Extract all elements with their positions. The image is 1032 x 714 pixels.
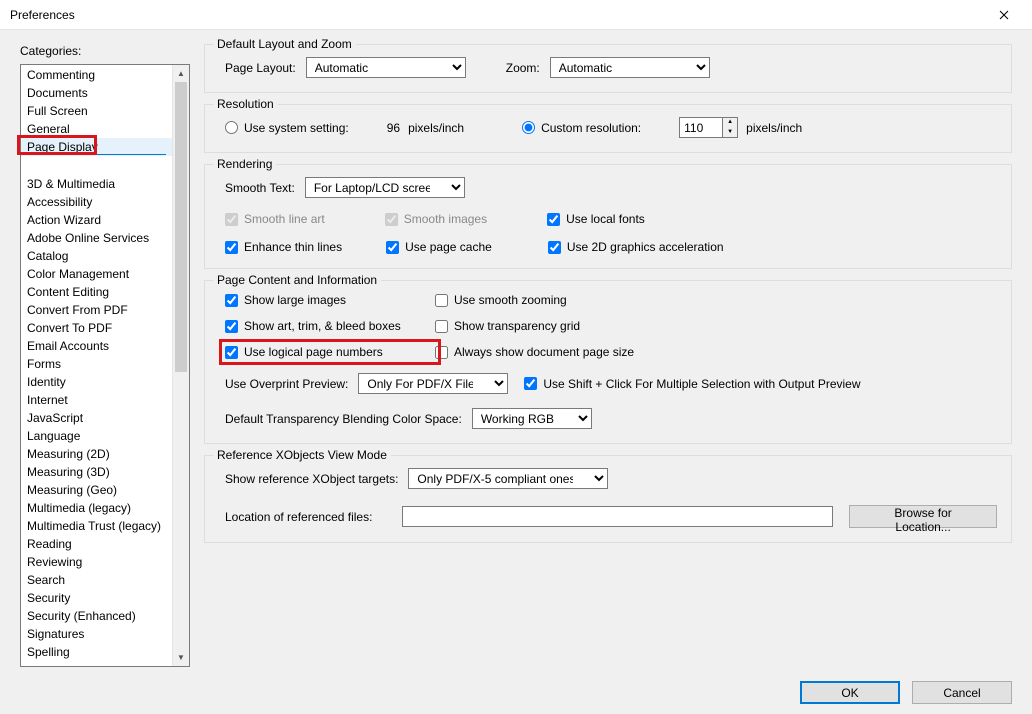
cb-show-art[interactable]: Show art, trim, & bleed boxes [225, 319, 435, 333]
list-item[interactable]: General [21, 120, 172, 138]
cb-page-cache[interactable]: Use page cache [386, 240, 492, 254]
ok-button[interactable]: OK [800, 681, 900, 704]
list-item[interactable]: Action Wizard [21, 211, 172, 229]
list-item[interactable]: Documents [21, 84, 172, 102]
radio-custom[interactable]: Custom resolution: [522, 121, 641, 135]
xobj-show-select[interactable]: Only PDF/X-5 compliant ones [408, 468, 608, 489]
custom-res-spinner[interactable]: ▲▼ [679, 117, 738, 138]
group-title: Resolution [213, 97, 278, 111]
dialog-footer: OK Cancel [20, 667, 1012, 704]
dialog-content: Categories: CommentingDocumentsFull Scre… [0, 30, 1032, 714]
xobj-loc-label: Location of referenced files: [225, 510, 392, 524]
smooth-text-select[interactable]: For Laptop/LCD screens [305, 177, 465, 198]
spin-down-icon[interactable]: ▼ [723, 128, 737, 138]
list-item[interactable]: 3D & Multimedia [21, 175, 172, 193]
list-item[interactable]: Measuring (Geo) [21, 481, 172, 499]
categories-listbox[interactable]: CommentingDocumentsFull ScreenGeneralPag… [20, 64, 190, 667]
list-item[interactable]: Language [21, 427, 172, 445]
cb-show-large[interactable]: Show large images [225, 293, 435, 307]
cb-local-fonts[interactable]: Use local fonts [547, 212, 645, 226]
close-icon[interactable] [984, 0, 1024, 30]
group-title: Rendering [213, 157, 276, 171]
group-rendering: Rendering Smooth Text: For Laptop/LCD sc… [204, 164, 1012, 269]
categories-label: Categories: [20, 44, 190, 58]
group-resolution: Resolution Use system setting: 96 pixels… [204, 104, 1012, 153]
browse-button[interactable]: Browse for Location... [849, 505, 997, 528]
list-item[interactable]: Identity [21, 373, 172, 391]
cb-smooth-line: Smooth line art [225, 212, 325, 226]
cb-smooth-zoom[interactable]: Use smooth zooming [435, 293, 997, 307]
xobj-loc-input[interactable] [402, 506, 834, 527]
radio-system[interactable]: Use system setting: [225, 121, 349, 135]
group-content: Page Content and Information Show large … [204, 280, 1012, 444]
scroll-up-icon[interactable]: ▲ [173, 65, 189, 82]
list-item[interactable]: Reading [21, 535, 172, 553]
custom-res-unit: pixels/inch [746, 121, 802, 135]
list-item[interactable]: Internet [21, 391, 172, 409]
window-title: Preferences [10, 8, 75, 22]
list-item[interactable]: Signatures [21, 625, 172, 643]
blend-select[interactable]: Working RGB [472, 408, 592, 429]
list-item[interactable]: Email Accounts [21, 337, 172, 355]
cancel-button[interactable]: Cancel [912, 681, 1012, 704]
list-item[interactable]: Search [21, 571, 172, 589]
list-item[interactable]: Measuring (2D) [21, 445, 172, 463]
list-item[interactable]: Multimedia (legacy) [21, 499, 172, 517]
list-item[interactable]: Color Management [21, 265, 172, 283]
list-item[interactable]: Spelling [21, 643, 172, 661]
titlebar: Preferences [0, 0, 1032, 30]
custom-res-input[interactable] [679, 117, 723, 138]
spin-up-icon[interactable]: ▲ [723, 118, 737, 128]
group-title: Page Content and Information [213, 273, 381, 287]
settings-pane: Default Layout and Zoom Page Layout: Aut… [204, 44, 1012, 667]
group-title: Reference XObjects View Mode [213, 448, 391, 462]
list-item[interactable]: Convert To PDF [21, 319, 172, 337]
cb-smooth-images: Smooth images [385, 212, 487, 226]
page-layout-label: Page Layout: [225, 61, 296, 75]
xobj-show-label: Show reference XObject targets: [225, 472, 398, 486]
cb-always-size[interactable]: Always show document page size [435, 345, 997, 359]
list-item[interactable]: Convert From PDF [21, 301, 172, 319]
categories-sidebar: Categories: CommentingDocumentsFull Scre… [20, 44, 190, 667]
scrollbar[interactable]: ▲ ▼ [172, 65, 189, 666]
list-item[interactable]: Security [21, 589, 172, 607]
overprint-select[interactable]: Only For PDF/X Files [358, 373, 508, 394]
list-item[interactable]: Commenting [21, 66, 172, 84]
list-item[interactable]: Reviewing [21, 553, 172, 571]
cb-2d-accel[interactable]: Use 2D graphics acceleration [548, 240, 724, 254]
page-layout-select[interactable]: Automatic [306, 57, 466, 78]
cb-trans-grid[interactable]: Show transparency grid [435, 319, 997, 333]
group-title: Default Layout and Zoom [213, 37, 356, 51]
list-item[interactable]: Full Screen [21, 102, 172, 120]
scroll-down-icon[interactable]: ▼ [173, 649, 189, 666]
zoom-label: Zoom: [506, 61, 540, 75]
list-item[interactable]: Content Editing [21, 283, 172, 301]
cb-enhance-thin[interactable]: Enhance thin lines [225, 240, 342, 254]
list-item[interactable]: Adobe Online Services [21, 229, 172, 247]
list-item[interactable]: Forms [21, 355, 172, 373]
cb-logical-pages[interactable]: Use logical page numbers [225, 345, 435, 359]
zoom-select[interactable]: Automatic [550, 57, 710, 78]
list-item[interactable]: JavaScript [21, 409, 172, 427]
smooth-text-label: Smooth Text: [225, 181, 295, 195]
group-layout: Default Layout and Zoom Page Layout: Aut… [204, 44, 1012, 93]
list-item[interactable]: Measuring (3D) [21, 463, 172, 481]
list-item[interactable]: Accessibility [21, 193, 172, 211]
overprint-label: Use Overprint Preview: [225, 377, 348, 391]
system-res-value: 96 [387, 121, 400, 135]
blend-label: Default Transparency Blending Color Spac… [225, 412, 462, 426]
list-item[interactable]: Catalog [21, 247, 172, 265]
list-item[interactable]: Multimedia Trust (legacy) [21, 517, 172, 535]
list-item[interactable]: Security (Enhanced) [21, 607, 172, 625]
scroll-thumb[interactable] [175, 82, 187, 372]
system-res-unit: pixels/inch [408, 121, 464, 135]
cb-use-shift[interactable]: Use Shift + Click For Multiple Selection… [524, 377, 860, 391]
group-xobj: Reference XObjects View Mode Show refere… [204, 455, 1012, 543]
